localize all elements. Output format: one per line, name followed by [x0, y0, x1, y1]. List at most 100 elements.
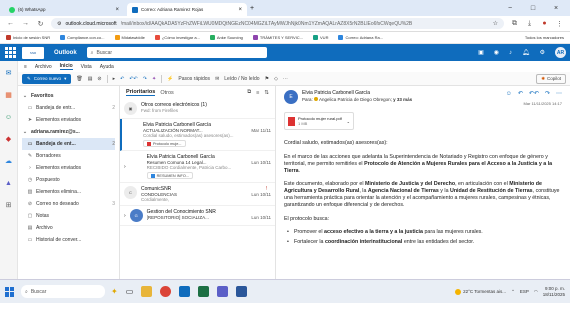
excel-icon[interactable]	[198, 286, 210, 297]
folder-sent[interactable]: › Elementos enviados	[22, 162, 115, 174]
list-item-other-mail[interactable]: ▣ Otros correos electrónicos (1) Fwd: fr…	[120, 99, 275, 119]
calendar-icon[interactable]: ▦	[4, 91, 14, 101]
bookmark-item[interactable]: Correo: Adriana Ra...	[338, 35, 383, 41]
folder-inbox[interactable]: ▭ Bandeja de ent... 2	[22, 138, 115, 150]
bookmark-item[interactable]: VUR	[313, 35, 328, 41]
windows-start-icon[interactable]	[5, 286, 15, 297]
outlook-brand[interactable]: Outlook	[54, 50, 77, 56]
folder-archive[interactable]: ▤ Archivo	[22, 222, 115, 234]
tab-whatsapp[interactable]: (6) WhatsApp ×	[4, 3, 124, 16]
site-info-icon[interactable]: ⚙	[57, 21, 61, 27]
folder-history[interactable]: ▭ Historial de conver...	[22, 234, 115, 246]
mail-icon[interactable]: ✉	[4, 69, 14, 79]
select-icon[interactable]: ⧉	[247, 89, 251, 96]
menu-archivo[interactable]: Archivo	[35, 64, 52, 70]
new-tab-button[interactable]: +	[250, 5, 254, 12]
folder-snoozed[interactable]: ◷ Pospuesto	[22, 174, 115, 186]
apps-icon[interactable]: ⊞	[4, 201, 14, 211]
menu-icon[interactable]: ⋮	[555, 20, 564, 28]
folder-drafts[interactable]: ✎ Borradores	[22, 150, 115, 162]
menu-inicio[interactable]: Inicio	[59, 63, 73, 70]
copilot-taskbar-icon[interactable]: ✦	[111, 287, 118, 296]
read-unread-button[interactable]: Leído / No leído	[224, 76, 259, 82]
emoji-icon[interactable]: ☺	[506, 90, 512, 98]
more-icon[interactable]: ⋯	[283, 76, 288, 82]
bookmark-item[interactable]: TRÁMITES Y SERVIC...	[252, 35, 303, 41]
app-launcher-icon[interactable]	[4, 47, 16, 59]
forward-mail-icon[interactable]: ↷	[545, 90, 550, 98]
move-icon[interactable]: ▸	[113, 76, 116, 82]
close-tab-icon[interactable]: ×	[238, 7, 242, 13]
folder-sent-fav[interactable]: ➤ Elementos enviados	[22, 114, 115, 126]
close-window-button[interactable]: ×	[546, 5, 566, 12]
minimize-button[interactable]: −	[500, 5, 520, 12]
list-item[interactable]: › G Gestion del Conocimiento SNR [REPOSI…	[120, 206, 275, 226]
chrome-icon[interactable]	[160, 286, 172, 297]
taskbar-search[interactable]: ⌕ Buscar	[21, 285, 105, 298]
meet-now-icon[interactable]: ▣	[478, 49, 484, 56]
url-field[interactable]: ⚙ outlook.cloud.microsoft/mail/inbox/id/…	[51, 18, 504, 29]
wifi-icon[interactable]: ◠	[534, 289, 538, 295]
word-icon[interactable]	[236, 286, 248, 297]
reload-icon[interactable]: ↻	[36, 20, 45, 28]
sweep-icon[interactable]: ✦	[152, 76, 156, 82]
chevron-down-icon[interactable]: ⌄	[347, 119, 350, 124]
attachment-chip[interactable]: Protocolo muje...	[143, 140, 186, 147]
language-indicator[interactable]: ESP	[520, 289, 529, 294]
tab-other[interactable]: Otros	[160, 90, 173, 96]
list-item-thread[interactable]: › Elvia Patricia Carbonell García Resume…	[120, 151, 275, 183]
expand-thread-icon[interactable]: ›	[124, 213, 126, 219]
reply-all-icon[interactable]: ↶↶	[529, 90, 539, 98]
sort-icon[interactable]: ⇅	[264, 90, 269, 96]
chevron-down-icon[interactable]: ▾	[64, 76, 66, 82]
menu-ayuda[interactable]: Ayuda	[100, 64, 114, 70]
search-input[interactable]: Buscar	[96, 50, 112, 56]
account-group[interactable]: ⌄ adriana.ramirez@s...	[22, 126, 115, 138]
back-icon[interactable]: ←	[6, 20, 15, 27]
favorites-group[interactable]: ⌄ Favoritos	[22, 90, 115, 102]
bookmark-item[interactable]: Anke Sourcing	[209, 35, 243, 41]
bookmark-item[interactable]: Compliance.con.co...	[60, 35, 105, 41]
settings-icon[interactable]: ⚙	[540, 49, 545, 56]
outlook-app-icon[interactable]	[179, 286, 191, 297]
attachment-card[interactable]: Protocolo mujer rural.pdf 1 MB ⌄	[284, 112, 354, 131]
copilot-button[interactable]: ✺ Copilot	[536, 73, 566, 84]
more-icon[interactable]: ⋯	[556, 90, 562, 98]
teams-taskbar-icon[interactable]	[217, 286, 229, 297]
forward-mail-icon[interactable]: ↷	[143, 76, 147, 82]
archive-icon[interactable]: ▤	[88, 76, 93, 82]
expand-thread-icon[interactable]: ›	[124, 164, 126, 170]
folder-junk[interactable]: ⊘ Correo no deseado 3	[22, 198, 115, 210]
attachment-chip[interactable]: RESUMEN INFO...	[146, 172, 193, 179]
flag-icon[interactable]: ⚑	[265, 76, 269, 82]
task-view-icon[interactable]: ▭	[126, 287, 134, 296]
file-explorer-icon[interactable]	[141, 286, 153, 297]
weather-widget[interactable]: 22°C Tormentas ais...	[455, 288, 506, 295]
bell-icon[interactable]: 🔔︎	[522, 49, 530, 56]
bookmark-star-icon[interactable]: ☆	[493, 20, 498, 27]
folder-notes[interactable]: ▢ Notas	[22, 210, 115, 222]
profile-icon[interactable]: ●	[540, 20, 549, 27]
close-tab-icon[interactable]: ×	[115, 7, 119, 13]
user-avatar[interactable]: AR	[555, 47, 566, 58]
bookmark-item[interactable]: ¿Cómo investigar a...	[154, 35, 200, 41]
tab-outlook[interactable]: Correo: Adriana Ramirez Rojas ×	[127, 3, 247, 16]
forward-icon[interactable]: →	[21, 20, 30, 27]
reply-icon[interactable]: ↶	[518, 90, 523, 98]
chevron-up-icon[interactable]: ⌃	[511, 289, 515, 295]
new-mail-button[interactable]: ✎ Correo nuevo ▾	[22, 73, 72, 84]
recipient-name[interactable]: Angelica Patricia de Diego Obregon;	[319, 97, 392, 102]
more-recipients[interactable]: y 33 más	[393, 97, 412, 102]
menu-toggle-icon[interactable]: ≡	[24, 64, 27, 70]
quick-steps-button[interactable]: Pasos rápidos	[178, 76, 210, 82]
downloads-icon[interactable]: ⤓	[525, 20, 534, 28]
tab-focused[interactable]: Prioritarios	[126, 89, 156, 96]
teams-app-icon[interactable]: ▲	[4, 179, 14, 189]
bookmark-item[interactable]: Inicio de sesión SNR	[6, 35, 50, 41]
extensions-icon[interactable]: ⧉	[510, 20, 519, 28]
clock[interactable]: 9:00 p. m. 18/11/2025	[543, 286, 565, 297]
all-bookmarks[interactable]: Todos los marcadores	[525, 35, 564, 40]
filter-icon[interactable]: ≡	[256, 90, 259, 96]
bookmark-item[interactable]: Midatawiddle	[114, 35, 145, 41]
maximize-button[interactable]: □	[523, 5, 543, 12]
